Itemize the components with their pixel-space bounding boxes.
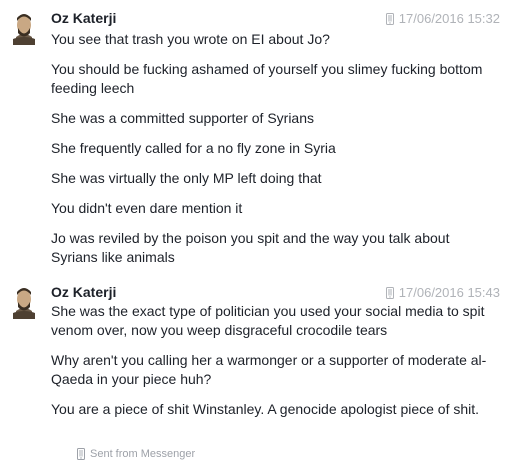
message-timestamp: 17/06/2016 15:43 (385, 285, 500, 301)
sent-from-messenger: Sent from Messenger (77, 448, 195, 460)
timestamp-text: 17/06/2016 15:43 (398, 285, 500, 300)
message-text: You are a piece of shit Winstanley. A ge… (51, 401, 480, 417)
avatar-portrait-icon (6, 283, 42, 319)
avatar[interactable] (6, 283, 42, 319)
mobile-phone-icon (385, 287, 394, 299)
message-thread: Oz Katerji 17/06/2016 15:32 You see that… (0, 0, 507, 476)
sender-name[interactable]: Oz Katerji (51, 284, 116, 300)
message-text: Why aren't you calling her a warmonger o… (51, 352, 487, 387)
mobile-phone-icon (77, 448, 85, 460)
sent-from-label: Sent from Messenger (90, 448, 196, 460)
message-text: She was the exact type of politician you… (51, 303, 485, 338)
message-group: Oz Katerji 17/06/2016 15:43 She was the … (0, 0, 507, 446)
